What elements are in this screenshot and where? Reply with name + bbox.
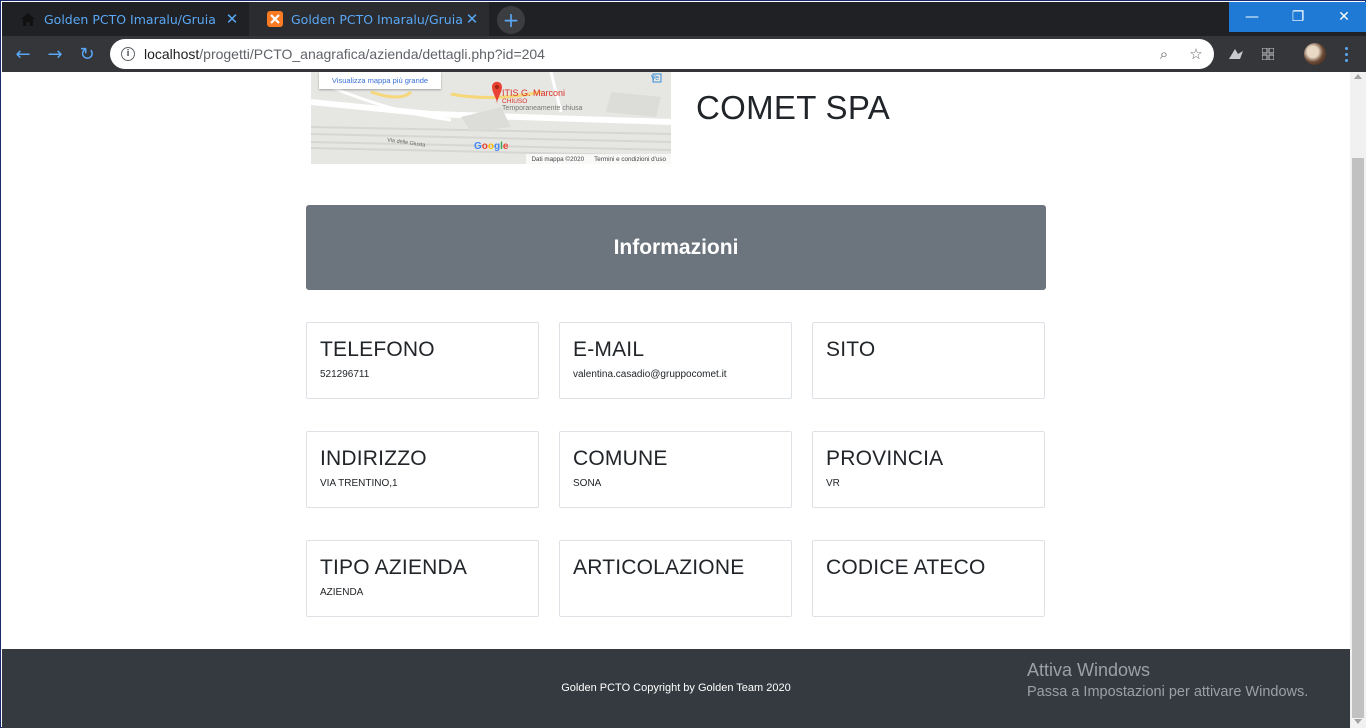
card-comune: COMUNE SONA — [559, 431, 792, 508]
scroll-up-icon[interactable] — [1354, 74, 1362, 79]
watermark-title: Attiva Windows — [1027, 660, 1151, 680]
card-title: COMUNE — [573, 447, 668, 470]
card-telefono: TELEFONO 521296711 — [306, 322, 539, 399]
url-text[interactable]: localhost/progetti/PCTO_anagrafica/azien… — [144, 46, 545, 62]
zoom-icon[interactable]: ⌕ — [1155, 45, 1173, 63]
card-value: VIA TRENTINO,1 — [320, 478, 398, 489]
url-host: localhost — [144, 46, 200, 62]
browser-window: Golden PCTO Imaralu/Gruia ✕ Golden PCTO … — [0, 0, 1366, 728]
watermark-subtitle: Passa a Impostazioni per attivare Window… — [1027, 684, 1309, 700]
card-title: INDIRIZZO — [320, 447, 427, 470]
close-tab-1-icon[interactable]: ✕ — [223, 10, 241, 28]
card-value: valentina.casadio@gruppocomet.it — [573, 369, 727, 380]
back-button[interactable]: ← — [11, 42, 35, 66]
bookmark-star-icon[interactable]: ☆ — [1187, 45, 1205, 63]
view-larger-map-link[interactable]: Visualizza mappa più grande — [319, 72, 441, 89]
card-tipo-azienda: TIPO AZIENDA AZIENDA — [306, 540, 539, 617]
card-codice-ateco: CODICE ATECO — [812, 540, 1045, 617]
tab-2-title: Golden PCTO Imaralu/Gruia — [291, 11, 463, 27]
card-title: SITO — [826, 338, 876, 361]
forward-button[interactable]: → — [43, 42, 67, 66]
company-name: COMET SPA — [696, 89, 891, 126]
address-bar[interactable]: i localhost/progetti/PCTO_anagrafica/azi… — [110, 39, 1214, 69]
page-viewport: Visualizza mappa più grande Ve ITIS G. M… — [2, 72, 1350, 728]
card-title: PROVINCIA — [826, 447, 944, 470]
minimize-button[interactable]: — — [1229, 2, 1275, 32]
card-title: TELEFONO — [320, 338, 435, 361]
card-value: 521296711 — [320, 369, 370, 380]
url-path: /progetti/PCTO_anagrafica/azienda/dettag… — [199, 46, 545, 62]
restore-button[interactable]: ❐ — [1275, 2, 1321, 32]
google-logo: Google — [474, 141, 509, 152]
card-indirizzo: INDIRIZZO VIA TRENTINO,1 — [306, 431, 539, 508]
extension-icon[interactable] — [1227, 45, 1245, 63]
tab-1[interactable]: Golden PCTO Imaralu/Gruia ✕ — [2, 2, 249, 36]
extensions-grid-icon[interactable] — [1259, 45, 1277, 63]
card-value: SONA — [573, 478, 602, 489]
browser-menu-icon[interactable] — [1338, 42, 1354, 66]
tab-strip: Golden PCTO Imaralu/Gruia ✕ Golden PCTO … — [2, 2, 1366, 36]
page-footer: Golden PCTO Copyright by Golden Team 202… — [2, 649, 1350, 728]
embedded-map[interactable]: Visualizza mappa più grande Ve ITIS G. M… — [311, 72, 671, 164]
map-poi-status: CHIUSO — [502, 98, 528, 105]
map-attribution: Dati mappa ©2020 Termini e condizioni d'… — [526, 154, 671, 164]
map-poi-name[interactable]: ITIS G. Marconi — [502, 88, 565, 98]
page-scrollbar[interactable] — [1350, 72, 1366, 728]
browser-toolbar: ← → ↻ i localhost/progetti/PCTO_anagrafi… — [2, 36, 1366, 72]
card-title: TIPO AZIENDA — [320, 556, 468, 579]
tab-2[interactable]: Golden PCTO Imaralu/Gruia ✕ — [249, 2, 489, 36]
card-value: VR — [826, 478, 840, 489]
map-poi-note: Temporaneamente chiusa — [502, 105, 583, 112]
card-articolazione: ARTICOLAZIONE — [559, 540, 792, 617]
site-info-icon[interactable]: i — [121, 47, 135, 61]
info-section-header: Informazioni — [306, 205, 1046, 290]
new-tab-button[interactable]: + — [497, 6, 525, 34]
card-provincia: PROVINCIA VR — [812, 431, 1045, 508]
card-sito: SITO — [812, 322, 1045, 399]
card-title: CODICE ATECO — [826, 556, 986, 579]
scroll-down-icon[interactable] — [1354, 719, 1362, 724]
map-terms-link[interactable]: Termini e condizioni d'uso — [589, 156, 671, 163]
card-title: E-MAIL — [573, 338, 645, 361]
profile-avatar[interactable] — [1304, 43, 1326, 65]
card-title: ARTICOLAZIONE — [573, 556, 745, 579]
reload-button[interactable]: ↻ — [75, 42, 99, 66]
card-email: E-MAIL valentina.casadio@gruppocomet.it — [559, 322, 792, 399]
map-data-credit: Dati mappa ©2020 — [531, 155, 585, 163]
home-icon — [20, 11, 36, 27]
tab-1-title: Golden PCTO Imaralu/Gruia — [44, 11, 216, 27]
windows-activation-watermark: Attiva Windows Passa a Impostazioni per … — [1027, 660, 1308, 700]
xampp-icon — [267, 11, 283, 27]
close-window-button[interactable]: ✕ — [1321, 2, 1366, 32]
close-tab-2-icon[interactable]: ✕ — [463, 10, 481, 28]
map-corner-label: Ve — [651, 75, 660, 82]
card-value: AZIENDA — [320, 587, 364, 598]
scrollbar-thumb[interactable] — [1352, 158, 1364, 718]
